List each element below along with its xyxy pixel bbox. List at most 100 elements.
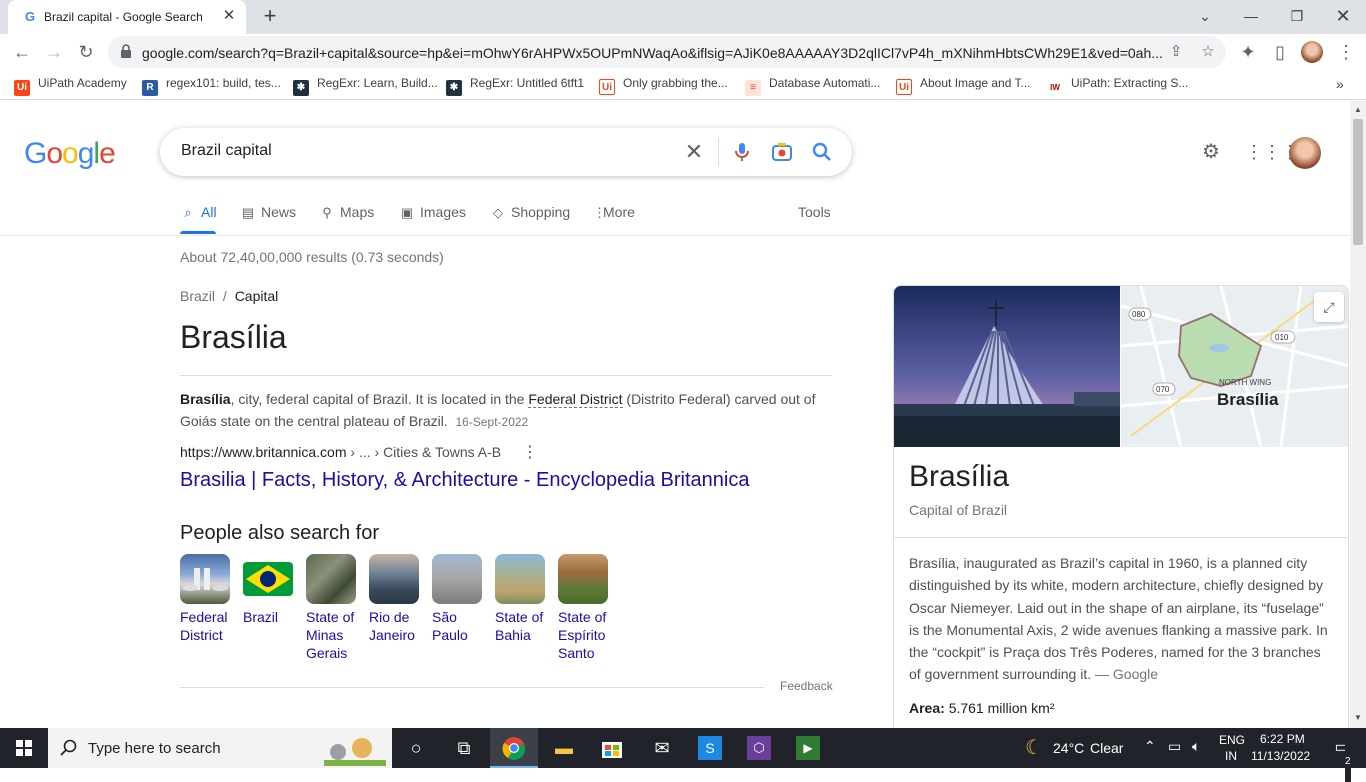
scroll-up-arrow-icon[interactable]: ▲ bbox=[1354, 105, 1362, 114]
extensions-puzzle-icon[interactable]: ✦ bbox=[1234, 38, 1262, 66]
pasf-item[interactable]: State of Minas Gerais bbox=[306, 554, 360, 662]
iw-icon: IW bbox=[1047, 80, 1063, 96]
more-bookmarks-chevron-icon[interactable]: » bbox=[1336, 76, 1344, 94]
result-more-options-icon[interactable]: ⋮ bbox=[522, 442, 538, 462]
pasf-item[interactable]: Federal District bbox=[180, 554, 234, 644]
pasf-item[interactable]: State of Espírito Santo bbox=[558, 554, 612, 662]
network-icon[interactable]: ▭ bbox=[1168, 738, 1181, 755]
scroll-down-arrow-icon[interactable]: ▼ bbox=[1354, 713, 1362, 722]
file-explorer-icon[interactable]: ▬ bbox=[540, 728, 588, 768]
bookmark-item[interactable]: ≡ Database Automati... bbox=[745, 76, 880, 96]
tab-maps[interactable]: ⚲ Maps bbox=[319, 204, 374, 221]
weather-desc[interactable]: Clear bbox=[1090, 740, 1123, 756]
settings-gear-icon[interactable]: ⚙ bbox=[1199, 140, 1223, 164]
search-icon[interactable] bbox=[810, 140, 834, 164]
bookmark-item[interactable]: Ui About Image and T... bbox=[896, 76, 1031, 95]
language-indicator-top[interactable]: ENG bbox=[1219, 733, 1245, 747]
tab-news[interactable]: ▤ News bbox=[240, 204, 296, 221]
account-avatar[interactable] bbox=[1289, 137, 1321, 169]
search-box[interactable]: Brazil capital ✕ bbox=[160, 128, 852, 176]
tools-button[interactable]: Tools bbox=[798, 204, 831, 220]
cathedral-photo[interactable] bbox=[894, 286, 1120, 447]
search-input[interactable]: Brazil capital bbox=[181, 142, 272, 160]
microsoft-store-icon[interactable] bbox=[588, 728, 636, 768]
new-tab-button[interactable]: + bbox=[258, 4, 282, 28]
tab-images[interactable]: ▣ Images bbox=[399, 204, 466, 221]
share-icon[interactable]: ⇪ bbox=[1166, 42, 1186, 62]
windows-logo-icon bbox=[16, 740, 32, 756]
active-tab-indicator bbox=[180, 231, 216, 234]
pasf-item[interactable]: Rio de Janeiro bbox=[369, 554, 423, 644]
tab-label: More bbox=[603, 204, 635, 220]
pasf-label: Brazil bbox=[243, 609, 279, 625]
weather-moon-icon[interactable]: ☾ bbox=[1010, 728, 1058, 768]
tab-all[interactable]: ⌕ All bbox=[180, 204, 216, 221]
notification-center-icon[interactable]: ▭ 2 bbox=[1318, 728, 1366, 782]
volume-icon[interactable]: 🔈︎ bbox=[1192, 738, 1200, 755]
cortana-icon[interactable]: ○ bbox=[392, 728, 440, 768]
chrome-taskbar-icon[interactable] bbox=[490, 728, 538, 768]
chrome-menu-icon[interactable]: ⋮ bbox=[1332, 38, 1360, 66]
federal-district-thumbnail bbox=[180, 554, 230, 604]
task-view-icon[interactable]: ⧉ bbox=[440, 728, 488, 768]
divider bbox=[894, 537, 1348, 538]
bookmark-item[interactable]: Rregex101: build, tes... bbox=[142, 76, 281, 96]
restore-button[interactable]: ❐ bbox=[1274, 2, 1320, 30]
apps-grid-icon[interactable]: ⋮⋮⋮ bbox=[1245, 140, 1299, 164]
clock-date[interactable]: 11/13/2022 bbox=[1251, 749, 1310, 763]
kp-area-fact: Area: 5.761 million km² bbox=[909, 700, 1055, 716]
mail-icon[interactable]: ✉ bbox=[638, 728, 686, 768]
espirito-santo-thumbnail bbox=[558, 554, 608, 604]
reload-button[interactable]: ↻ bbox=[72, 38, 100, 66]
camera-lens-icon[interactable] bbox=[770, 140, 794, 164]
start-button[interactable] bbox=[0, 728, 48, 768]
bookmark-item[interactable]: ✱ RegExr: Learn, Build... bbox=[293, 76, 438, 96]
pasf-item[interactable]: State of Bahia bbox=[495, 554, 549, 644]
browser-tab[interactable]: G Brazil capital - Google Search ✕ bbox=[8, 0, 246, 34]
pasf-item[interactable]: São Paulo bbox=[432, 554, 486, 644]
map-thumbnail[interactable]: 010 080 070 NORTH WING Brasília ⤢ bbox=[1120, 286, 1348, 448]
close-window-button[interactable]: ✕ bbox=[1320, 2, 1366, 30]
breadcrumb-parent[interactable]: Brazil bbox=[180, 288, 215, 304]
chevron-up-icon[interactable]: ⌃ bbox=[1144, 738, 1156, 755]
google-logo[interactable]: Google bbox=[24, 137, 116, 171]
address-bar[interactable]: google.com/search?q=Brazil+capital&sourc… bbox=[108, 36, 1226, 68]
feedback-link[interactable]: Feedback bbox=[780, 679, 833, 693]
scrollbar-thumb[interactable] bbox=[1353, 119, 1363, 245]
taskbar-search-box[interactable]: Type here to search bbox=[48, 728, 392, 768]
bookmark-item[interactable]: IW UiPath: Extracting S... bbox=[1047, 76, 1188, 96]
uipath-robot-icon[interactable]: ▶ bbox=[784, 728, 832, 768]
divider bbox=[180, 687, 764, 688]
clock-time[interactable]: 6:22 PM bbox=[1260, 732, 1305, 746]
clear-search-icon[interactable]: ✕ bbox=[682, 140, 706, 164]
pasf-label: São Paulo bbox=[432, 609, 468, 643]
knowledge-panel: 010 080 070 NORTH WING Brasília ⤢ Brasíl… bbox=[893, 285, 1349, 728]
tab-search-chevron-down-icon[interactable]: ⌄ bbox=[1182, 2, 1228, 30]
uipath-studio-icon[interactable]: S bbox=[686, 728, 734, 768]
bookmark-item[interactable]: Ui UiPath Academy bbox=[14, 76, 127, 96]
bookmark-item[interactable]: Ui Only grabbing the... bbox=[599, 76, 728, 95]
kp-description-source[interactable]: — Google bbox=[1095, 666, 1158, 682]
language-indicator-bottom[interactable]: IN bbox=[1225, 749, 1237, 763]
close-tab-icon[interactable]: ✕ bbox=[220, 7, 238, 25]
side-panel-icon[interactable]: ▯ bbox=[1266, 38, 1294, 66]
back-button[interactable]: ← bbox=[8, 38, 36, 66]
pasf-item[interactable]: Brazil bbox=[243, 554, 297, 626]
bookmark-label: RegExr: Untitled 6tft1 bbox=[470, 76, 585, 90]
result-title-link[interactable]: Brasilia | Facts, History, & Architectur… bbox=[180, 469, 749, 492]
bookmark-item[interactable]: ✱ RegExr: Untitled 6tft1 bbox=[446, 76, 585, 96]
expand-map-icon[interactable]: ⤢ bbox=[1314, 292, 1344, 322]
uipath-assistant-icon[interactable]: ⬡ bbox=[735, 728, 783, 768]
kp-title: Brasília bbox=[909, 460, 1010, 493]
microphone-icon[interactable] bbox=[730, 140, 754, 164]
divider bbox=[180, 375, 832, 376]
federal-district-link[interactable]: Federal District bbox=[528, 391, 623, 408]
bookmark-star-icon[interactable]: ☆ bbox=[1198, 42, 1218, 62]
profile-avatar[interactable] bbox=[1298, 38, 1326, 66]
tab-shopping[interactable]: ◇ Shopping bbox=[490, 204, 570, 221]
tab-more[interactable]: ⋮More bbox=[593, 204, 635, 221]
minimize-button[interactable]: — bbox=[1228, 2, 1274, 30]
weather-temp[interactable]: 24°C bbox=[1053, 740, 1084, 756]
page-scrollbar[interactable]: ▲ ▼ bbox=[1350, 101, 1366, 728]
forward-button[interactable]: → bbox=[40, 38, 68, 66]
